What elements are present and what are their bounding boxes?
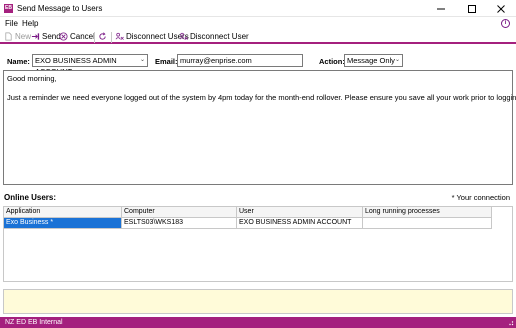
cancel-icon [59, 32, 68, 41]
disconnect-users-button[interactable]: Disconnect Users [115, 32, 189, 41]
cancel-label: Cancel [70, 32, 95, 41]
menu-file[interactable]: File [5, 19, 18, 28]
status-bar: NZ ED EB Internal [0, 317, 516, 328]
new-button[interactable]: New [4, 32, 31, 41]
resize-grip-icon[interactable] [506, 318, 514, 326]
refresh-icon [99, 32, 106, 40]
message-line: Just a reminder we need everyone logged … [7, 93, 516, 102]
info-icon[interactable]: i [501, 19, 510, 28]
menu-bar: File Help [0, 17, 516, 30]
send-label: Send [42, 32, 61, 41]
minimize-icon [437, 8, 445, 9]
menu-help[interactable]: Help [22, 19, 38, 28]
message-textarea[interactable]: Good morning, Just a reminder we need ev… [3, 70, 516, 185]
toolbar-separator [94, 32, 95, 43]
chevron-down-icon: ⌄ [394, 57, 400, 63]
email-label: Email: [155, 57, 178, 66]
column-header-long-running[interactable]: Long running processes [363, 207, 492, 218]
recipient-form: Name: EXO BUSINESS ADMIN ACCOUNT ⌄ Email… [0, 52, 516, 76]
table-row[interactable]: Exo Business * ESLTS03\WKS183 EXO BUSINE… [4, 218, 512, 229]
your-connection-note: * Your connection [451, 193, 510, 202]
action-value: Message Only [347, 56, 395, 65]
email-field[interactable]: murray@enprise.com [177, 54, 303, 67]
cancel-button[interactable]: Cancel [59, 32, 95, 41]
chevron-down-icon: ⌄ [139, 57, 145, 63]
name-dropdown[interactable]: EXO BUSINESS ADMIN ACCOUNT ⌄ [32, 54, 148, 76]
app-icon: EB [4, 4, 13, 13]
disconnect-user-label: Disconnect User [190, 32, 249, 41]
status-text: NZ ED EB Internal [5, 319, 63, 326]
cell-computer[interactable]: ESLTS03\WKS183 [122, 218, 237, 229]
maximize-button[interactable] [457, 0, 487, 17]
cell-application[interactable]: Exo Business * [4, 218, 122, 229]
close-button[interactable] [486, 0, 516, 17]
toolbar: New Send Cancel Disconnect Users Disconn… [0, 30, 516, 44]
column-header-application[interactable]: Application [4, 207, 122, 218]
new-label: New [15, 32, 32, 41]
online-users-heading: Online Users: [4, 193, 57, 202]
send-icon [31, 33, 40, 40]
maximize-icon [468, 4, 476, 13]
disconnect-user-icon [179, 32, 188, 40]
name-label: Name: [7, 57, 30, 66]
window-title: Send Message to Users [17, 4, 103, 13]
title-bar: EB Send Message to Users [0, 0, 516, 17]
action-label: Action: [319, 57, 345, 66]
send-button[interactable]: Send [31, 32, 61, 41]
close-icon [497, 4, 505, 13]
toolbar-separator [111, 32, 112, 43]
cell-user[interactable]: EXO BUSINESS ADMIN ACCOUNT [237, 218, 363, 229]
disconnect-user-button[interactable]: Disconnect User [179, 32, 249, 41]
column-header-computer[interactable]: Computer [122, 207, 237, 218]
message-line: Good morning, [7, 74, 57, 83]
action-dropdown[interactable]: Message Only ⌄ [344, 54, 403, 67]
email-value: murray@enprise.com [180, 56, 252, 65]
column-header-user[interactable]: User [237, 207, 363, 218]
grid-header: Application Computer User Long running p… [4, 207, 512, 218]
disconnect-users-icon [115, 32, 124, 40]
refresh-button[interactable] [98, 32, 109, 41]
minimize-button[interactable] [426, 0, 456, 17]
online-users-grid[interactable]: Application Computer User Long running p… [3, 206, 513, 282]
notes-panel [3, 289, 513, 314]
cell-long-running[interactable] [363, 218, 492, 229]
new-document-icon [5, 32, 12, 41]
